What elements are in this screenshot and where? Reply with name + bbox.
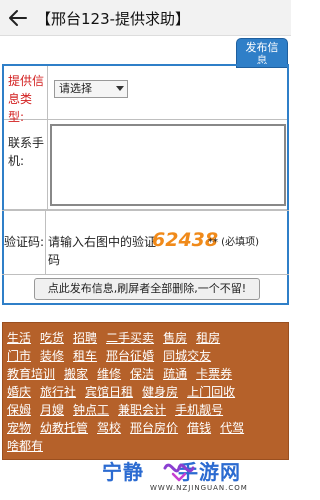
chevron-down-icon (116, 86, 124, 91)
category-link[interactable]: 驾校 (97, 419, 121, 437)
category-line: 啥都有 (7, 435, 52, 453)
category-line: 婚庆 旅行社 宾馆日租 健身房 上门回收 (7, 381, 244, 399)
category-panel: 生活 吃货 招聘 二手买卖 售房 租房 门市 装修 租车 邢台征婚 同城交友 教育培训 搬家 维修 保洁 疏通… (2, 322, 289, 460)
category-link[interactable]: 借钱 (187, 419, 211, 437)
category-line: 宠物 幼教托管 驾校 邢台房价 借钱 代驾 (7, 417, 253, 435)
submit-row: 点此发布信息,刷屏者全部删除,一个不留! (2, 274, 289, 305)
contact-label: 联系手机: (4, 120, 48, 209)
category-line: 生活 吃货 招聘 二手买卖 售房 租房 (7, 327, 229, 345)
captcha-prompt: 请输入右图中的验证码 (48, 235, 157, 267)
category-link[interactable]: 邢台房价 (130, 419, 178, 437)
category-link[interactable]: 啥都有 (7, 437, 43, 455)
app-header: 【邢台123-提供求助】 (0, 0, 291, 36)
category-link[interactable]: 代驾 (220, 419, 244, 437)
category-line: 门市 装修 租车 邢台征婚 同城交友 (7, 345, 220, 363)
page-title: 【邢台123-提供求助】 (36, 10, 191, 28)
type-select[interactable]: 请选择 (54, 80, 128, 98)
type-label: 提供信息类型: (4, 66, 48, 124)
category-line: 保姆 月嫂 钟点工 兼职会计 手机靓号 (7, 399, 232, 417)
watermark-url: WWW.NZJINGUAN.COM (150, 484, 248, 492)
contact-row: 联系手机: (4, 120, 287, 210)
captcha-image[interactable]: 62438 (152, 223, 218, 255)
watermark-logo-icon (163, 463, 195, 482)
contact-textarea[interactable] (50, 124, 286, 206)
type-select-value: 请选择 (59, 82, 92, 95)
back-arrow-icon[interactable] (6, 6, 30, 30)
captcha-label: 验证码: (2, 211, 46, 275)
category-line: 教育培训 搬家 维修 保洁 疏通 卡票券 (7, 363, 241, 381)
watermark-text-left: 宁静 (102, 460, 144, 484)
post-tab-label-line1: 发布信 (245, 41, 279, 54)
captcha-row: 验证码: 请输入右图中的验证码 62438 ** (必填项) (2, 210, 289, 275)
type-row: 提供信息类型: 请选择 (4, 66, 287, 124)
captcha-required-note: ** (必填项) (208, 237, 259, 248)
submit-button[interactable]: 点此发布信息,刷屏者全部删除,一个不留! (34, 278, 260, 300)
watermark: 宁静 手游网 WWW.NZJINGUAN.COM (102, 452, 277, 498)
